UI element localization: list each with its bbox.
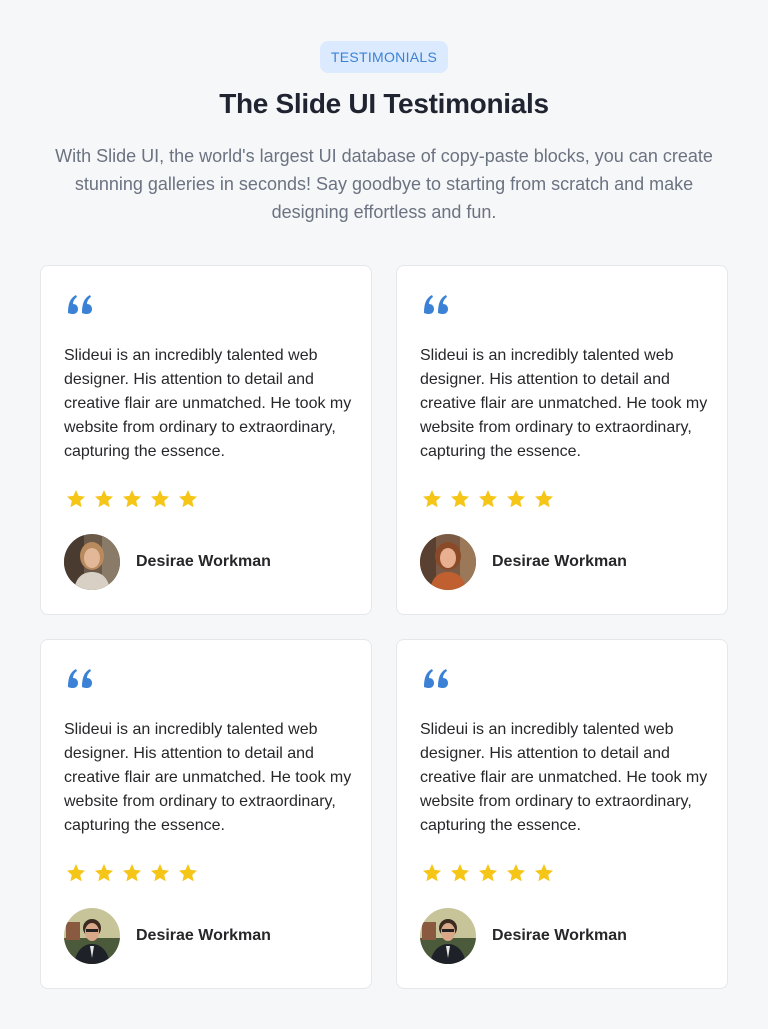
quote-icon: [68, 295, 92, 314]
author-name: Desirae Workman: [136, 927, 271, 944]
star-icon: [179, 490, 197, 508]
star-icon: [479, 490, 497, 508]
testimonial-quote: Slideui is an incredibly talented web de…: [420, 347, 708, 460]
avatar: [420, 534, 476, 590]
star-icon: [423, 490, 441, 508]
testimonial-quote: Slideui is an incredibly talented web de…: [64, 347, 352, 460]
avatar: [420, 908, 476, 964]
quote-icon: [68, 669, 92, 688]
avatar: [64, 908, 120, 964]
author-name: Desirae Workman: [492, 927, 627, 944]
star-icon: [95, 490, 113, 508]
section-badge: TESTIMONIALS: [320, 41, 448, 73]
star-icon: [451, 490, 469, 508]
star-rating: [422, 489, 562, 511]
testimonial-quote: Slideui is an incredibly talented web de…: [64, 721, 352, 834]
page-title: The Slide UI Testimonials: [219, 88, 549, 119]
author-name: Desirae Workman: [492, 553, 627, 570]
star-icon: [423, 864, 441, 882]
star-icon: [151, 490, 169, 508]
star-icon: [507, 490, 525, 508]
star-icon: [67, 864, 85, 882]
star-icon: [179, 864, 197, 882]
star-icon: [479, 864, 497, 882]
star-icon: [123, 864, 141, 882]
quote-icon: [424, 669, 448, 688]
star-icon: [123, 490, 141, 508]
star-icon: [95, 864, 113, 882]
testimonial-card: Slideui is an incredibly talented web de…: [40, 265, 372, 615]
star-icon: [507, 864, 525, 882]
author-name: Desirae Workman: [136, 553, 271, 570]
quote-icon: [424, 295, 448, 314]
testimonial-card: Slideui is an incredibly talented web de…: [396, 265, 728, 615]
testimonial-quote: Slideui is an incredibly talented web de…: [420, 721, 708, 834]
star-rating: [422, 863, 562, 885]
testimonial-card: Slideui is an incredibly talented web de…: [40, 639, 372, 989]
avatar: [64, 534, 120, 590]
star-icon: [535, 864, 553, 882]
star-icon: [67, 490, 85, 508]
star-icon: [151, 864, 169, 882]
star-rating: [66, 489, 206, 511]
page-subtitle: With Slide UI, the world's largest UI da…: [55, 146, 713, 222]
star-rating: [66, 863, 206, 885]
star-icon: [535, 490, 553, 508]
testimonial-card: Slideui is an incredibly talented web de…: [396, 639, 728, 989]
star-icon: [451, 864, 469, 882]
